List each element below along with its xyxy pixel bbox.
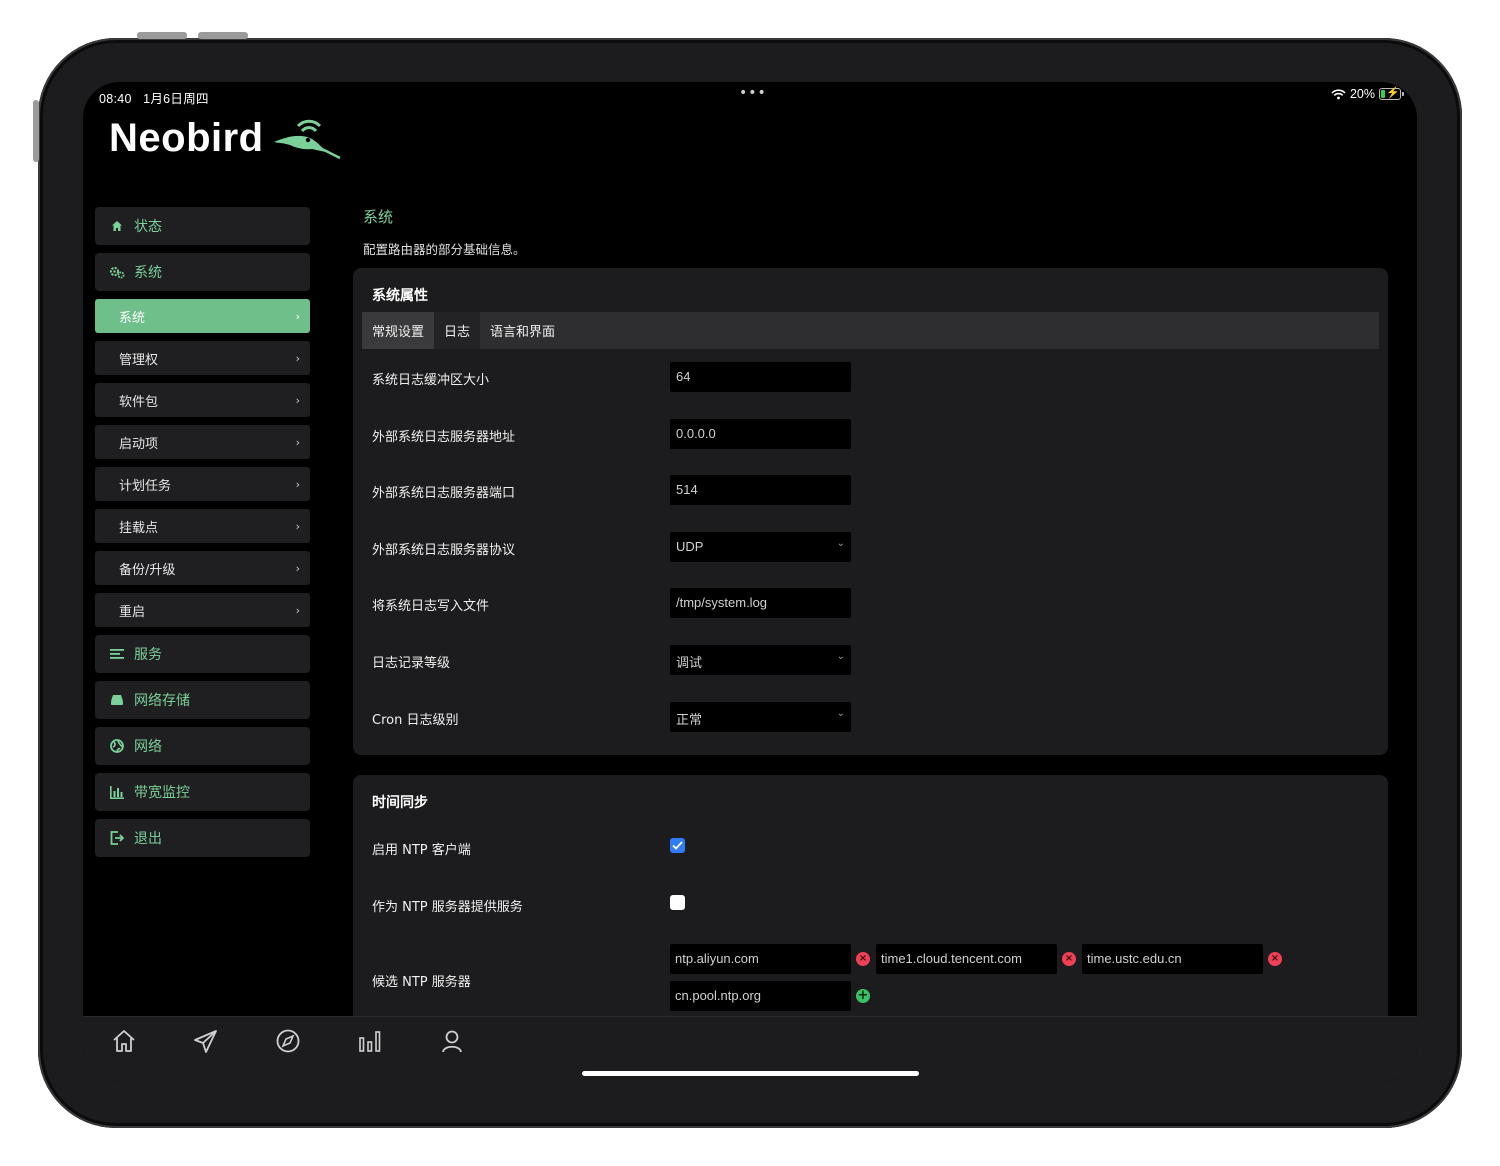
brand-name: Neobird xyxy=(109,116,264,160)
home-icon[interactable] xyxy=(110,1027,138,1055)
tab-general-settings[interactable]: 常规设置 xyxy=(362,312,435,349)
battery-percent: 20% xyxy=(1349,87,1375,101)
setting-row-log-file: 将系统日志写入文件 /tmp/system.log xyxy=(372,588,1372,618)
setting-row-log-level: 日志记录等级 调试 ⌄ xyxy=(372,645,1372,675)
home-icon xyxy=(109,218,125,234)
home-indicator[interactable] xyxy=(582,1071,919,1076)
chevron-right-icon: › xyxy=(295,393,300,407)
setting-row-log-buffer-size: 系统日志缓冲区大小 64 xyxy=(372,362,1372,392)
setting-row-cron-log-level: Cron 日志级别 正常 ⌄ xyxy=(372,702,1372,732)
status-time-date: 08:40 1月6日周四 xyxy=(99,92,209,106)
chevron-down-icon: ⌄ xyxy=(836,651,845,662)
setting-row-remote-log-protocol: 外部系统日志服务器协议 UDP ⌄ xyxy=(372,532,1372,562)
tab-strip: 常规设置 日志 语言和界面 xyxy=(362,312,1379,349)
chevron-right-icon: › xyxy=(295,519,300,533)
paper-plane-icon[interactable] xyxy=(192,1027,220,1055)
sidebar-subitem-scheduled-tasks[interactable]: 计划任务 › xyxy=(95,467,310,501)
remote-log-server-input[interactable]: 0.0.0.0 xyxy=(670,419,851,449)
sidebar-item-status[interactable]: 状态 xyxy=(95,207,310,245)
sidebar-subitem-startup[interactable]: 启动项 › xyxy=(95,425,310,459)
setting-row-ntp-client: 启用 NTP 客户端 xyxy=(372,832,1372,862)
volume-up-button xyxy=(137,32,187,39)
chevron-right-icon: › xyxy=(295,603,300,617)
tab-logs[interactable]: 日志 xyxy=(434,312,481,349)
status-indicators: 20% ⚡ xyxy=(1331,87,1404,101)
globe-icon xyxy=(109,738,125,754)
bar-chart-icon[interactable] xyxy=(356,1027,384,1055)
remote-log-port-input[interactable]: 514 xyxy=(670,475,851,505)
sidebar-subitem-reboot[interactable]: 重启 › xyxy=(95,593,310,627)
remote-log-protocol-select[interactable]: UDP ⌄ xyxy=(670,532,851,562)
sidebar-subitem-packages[interactable]: 软件包 › xyxy=(95,383,310,417)
chevron-down-icon: ⌄ xyxy=(836,538,845,549)
sidebar-subitem-system[interactable]: 系统 › xyxy=(95,299,310,333)
multitasking-dots[interactable]: ••• xyxy=(739,85,767,101)
cron-log-level-select[interactable]: 正常 ⌄ xyxy=(670,702,851,732)
drive-icon xyxy=(109,692,125,708)
bird-logo-icon xyxy=(273,119,341,159)
ntp-server-input[interactable]: ntp.aliyun.com xyxy=(670,944,851,974)
gears-icon xyxy=(109,264,125,280)
setting-row-ntp-server: 作为 NTP 服务器提供服务 xyxy=(372,889,1372,919)
chevron-down-icon: ⌄ xyxy=(836,708,845,719)
sidebar-item-network-storage[interactable]: 网络存储 xyxy=(95,681,310,719)
brand-logo: Neobird xyxy=(109,116,342,161)
person-icon[interactable] xyxy=(438,1027,466,1055)
sidebar-subitem-mount-points[interactable]: 挂载点 › xyxy=(95,509,310,543)
page-description: 配置路由器的部分基础信息。 xyxy=(363,242,526,257)
side-button xyxy=(33,100,39,162)
log-file-input[interactable]: /tmp/system.log xyxy=(670,588,851,618)
list-icon xyxy=(109,646,125,662)
chevron-right-icon: › xyxy=(295,561,300,575)
volume-down-button xyxy=(198,32,248,39)
time-sync-card: 时间同步 启用 NTP 客户端 作为 NTP 服务器提供服务 候选 NTP 服务… xyxy=(353,775,1388,1055)
bar-chart-icon xyxy=(109,784,125,800)
sidebar-subitem-backup-upgrade[interactable]: 备份/升级 › xyxy=(95,551,310,585)
logout-icon xyxy=(109,830,125,846)
sidebar-subitem-admin[interactable]: 管理权 › xyxy=(95,341,310,375)
page-title: 系统 xyxy=(363,208,394,226)
sidebar-item-system[interactable]: 系统 xyxy=(95,253,310,291)
setting-row-remote-log-port: 外部系统日志服务器端口 514 xyxy=(372,475,1372,505)
battery-icon: ⚡ xyxy=(1379,87,1404,100)
log-level-select[interactable]: 调试 ⌄ xyxy=(670,645,851,675)
ntp-server-input[interactable]: cn.pool.ntp.org xyxy=(670,981,851,1011)
chevron-right-icon: › xyxy=(295,477,300,491)
log-buffer-size-input[interactable]: 64 xyxy=(670,362,851,392)
ntp-server-input[interactable]: time1.cloud.tencent.com xyxy=(876,944,1057,974)
tab-language-interface[interactable]: 语言和界面 xyxy=(480,312,565,349)
main-content: 系统 配置路由器的部分基础信息。 系统属性 常规设置 日志 语言和界面 系统日志… xyxy=(353,206,1389,1055)
sidebar-item-network[interactable]: 网络 xyxy=(95,727,310,765)
ntp-server-checkbox[interactable] xyxy=(670,895,685,910)
setting-row-remote-log-server: 外部系统日志服务器地址 0.0.0.0 xyxy=(372,419,1372,449)
remove-server-icon[interactable]: × xyxy=(1268,952,1282,966)
section-title: 系统属性 xyxy=(372,288,428,304)
ntp-client-checkbox[interactable] xyxy=(670,838,685,853)
chevron-right-icon: › xyxy=(295,435,300,449)
status-bar: 08:40 1月6日周四 ••• 20% ⚡ xyxy=(83,82,1417,108)
system-properties-card: 系统属性 常规设置 日志 语言和界面 系统日志缓冲区大小 64 外部系统日志服务… xyxy=(353,268,1388,755)
chevron-right-icon: › xyxy=(295,351,300,365)
sidebar: 状态 系统 系统 › 管理权 › 软件包 › 启动项 › 计划任务 › 挂载点 … xyxy=(95,207,310,865)
ntp-server-input[interactable]: time.ustc.edu.cn xyxy=(1082,944,1263,974)
sidebar-item-logout[interactable]: 退出 xyxy=(95,819,310,857)
remove-server-icon[interactable]: × xyxy=(856,952,870,966)
compass-icon[interactable] xyxy=(274,1027,302,1055)
sidebar-item-bandwidth-monitor[interactable]: 带宽监控 xyxy=(95,773,310,811)
chevron-right-icon: › xyxy=(295,309,300,323)
remove-server-icon[interactable]: × xyxy=(1062,952,1076,966)
checkmark-icon xyxy=(672,841,683,850)
section-title: 时间同步 xyxy=(372,795,428,811)
sidebar-item-services[interactable]: 服务 xyxy=(95,635,310,673)
screen: 08:40 1月6日周四 ••• 20% ⚡ Neobird 状态 系统 系统 … xyxy=(83,82,1417,1082)
wifi-icon xyxy=(1331,88,1346,99)
add-server-icon[interactable]: + xyxy=(856,989,870,1003)
